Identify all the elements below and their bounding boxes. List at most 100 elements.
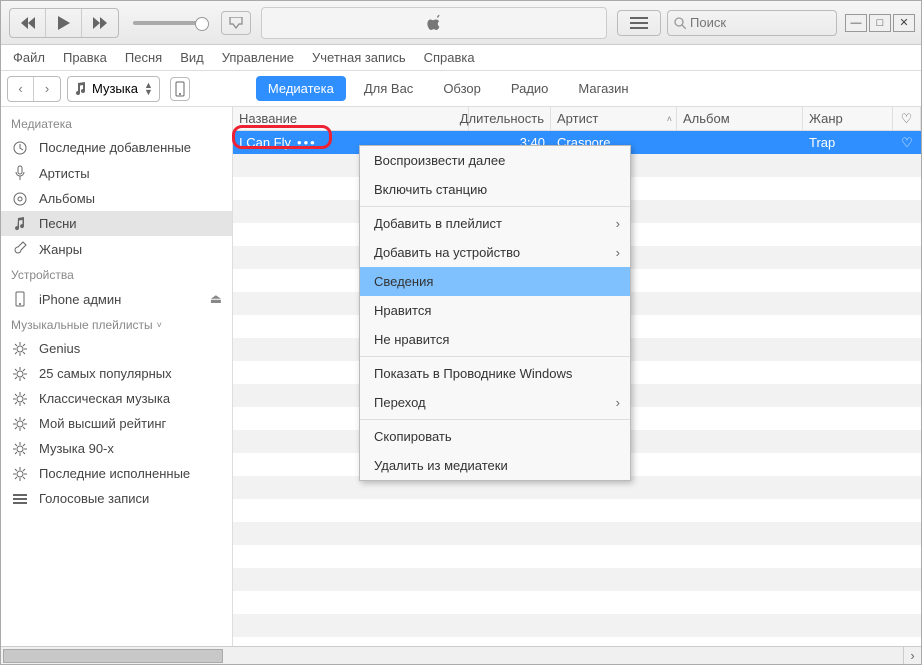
search-input[interactable]: [690, 15, 810, 30]
sidebar-item-label: iPhone админ: [39, 292, 121, 307]
minimize-button[interactable]: —: [845, 14, 867, 32]
window-controls: — □ ✕: [845, 14, 915, 32]
context-menu-item[interactable]: Показать в Проводнике Windows: [360, 359, 630, 388]
context-menu-item[interactable]: Включить станцию: [360, 175, 630, 204]
sidebar-item[interactable]: iPhone админ ⏏: [1, 286, 232, 312]
maximize-button[interactable]: □: [869, 14, 891, 32]
context-menu-item[interactable]: Воспроизвести далее: [360, 146, 630, 175]
airplay-button[interactable]: [221, 11, 251, 35]
table-row: [233, 614, 921, 637]
mic-icon: [11, 165, 29, 181]
clock-icon: [11, 141, 29, 155]
menu-help[interactable]: Справка: [416, 48, 483, 67]
phone-icon: [11, 291, 29, 307]
media-picker[interactable]: Музыка ▲▼: [67, 76, 160, 102]
disc-icon: [11, 192, 29, 206]
gear-icon: [11, 442, 29, 456]
love-icon[interactable]: ♡: [893, 135, 921, 151]
col-album[interactable]: Альбом: [677, 107, 803, 130]
sidebar-item[interactable]: Genius: [1, 336, 232, 361]
sidebar-group-header: Музыкальные плейлисты ˅: [1, 312, 232, 336]
sidebar-item[interactable]: Голосовые записи: [1, 486, 232, 511]
context-menu-item[interactable]: Добавить на устройство: [360, 238, 630, 267]
sidebar-item[interactable]: Артисты: [1, 160, 232, 186]
menubar: Файл Правка Песня Вид Управление Учетная…: [1, 45, 921, 71]
table-row: [233, 568, 921, 591]
context-menu-item[interactable]: Добавить в плейлист: [360, 209, 630, 238]
sidebar-item[interactable]: Альбомы: [1, 186, 232, 211]
tab-browse[interactable]: Обзор: [431, 76, 493, 101]
close-button[interactable]: ✕: [893, 14, 915, 32]
sidebar-item[interactable]: Последние исполненные: [1, 461, 232, 486]
menu-edit[interactable]: Правка: [55, 48, 115, 67]
context-menu: Воспроизвести далееВключить станцию Добав…: [359, 145, 631, 481]
col-love[interactable]: ♡: [893, 107, 921, 130]
search-box[interactable]: [667, 10, 837, 36]
device-button[interactable]: [170, 77, 190, 101]
sidebar-item[interactable]: Музыка 90-х: [1, 436, 232, 461]
col-duration[interactable]: Длительность: [469, 107, 551, 130]
horizontal-scrollbar[interactable]: ›: [1, 646, 921, 664]
context-menu-item[interactable]: Переход: [360, 388, 630, 417]
gear-icon: [11, 417, 29, 431]
menu-separator: [360, 356, 630, 357]
sidebar-item[interactable]: Песни: [1, 211, 232, 236]
sidebar-item-label: Альбомы: [39, 191, 95, 206]
context-menu-item[interactable]: Скопировать: [360, 422, 630, 451]
now-playing-display: [261, 7, 607, 39]
sidebar-item[interactable]: Классическая музыка: [1, 386, 232, 411]
sidebar-item[interactable]: 25 самых популярных: [1, 361, 232, 386]
sidebar-item-label: Голосовые записи: [39, 491, 149, 506]
chevron-down-icon: ˅: [157, 320, 162, 330]
next-button[interactable]: [82, 9, 118, 37]
column-headers: Название Длительность Артист˄ Альбом Жан…: [233, 107, 921, 131]
menu-song[interactable]: Песня: [117, 48, 170, 67]
nav-forward[interactable]: ›: [34, 77, 60, 101]
search-icon: [674, 17, 686, 29]
volume-slider[interactable]: [133, 21, 203, 25]
col-name[interactable]: Название: [233, 107, 469, 130]
menu-controls[interactable]: Управление: [214, 48, 302, 67]
prev-button[interactable]: [10, 9, 46, 37]
menu-account[interactable]: Учетная запись: [304, 48, 414, 67]
col-artist[interactable]: Артист˄: [551, 107, 677, 130]
context-menu-item[interactable]: Сведения: [360, 267, 630, 296]
list-view-button[interactable]: [617, 10, 661, 36]
eject-icon[interactable]: ⏏: [210, 291, 222, 307]
gear-icon: [11, 392, 29, 406]
sidebar-item-label: Классическая музыка: [39, 391, 170, 406]
main-tabs: Медиатека Для Вас Обзор Радио Магазин: [256, 76, 641, 101]
scroll-right-button[interactable]: ›: [903, 647, 921, 664]
guitar-icon: [11, 241, 29, 257]
sidebar-item-label: Песни: [39, 216, 77, 231]
sidebar-item-label: Музыка 90-х: [39, 441, 114, 456]
more-icon[interactable]: •••: [297, 135, 317, 150]
playback-controls: [9, 8, 119, 38]
tab-library[interactable]: Медиатека: [256, 76, 346, 101]
sidebar-item[interactable]: Последние добавленные: [1, 135, 232, 160]
chevron-updown-icon: ▲▼: [144, 82, 153, 96]
tab-store[interactable]: Магазин: [566, 76, 640, 101]
sidebar-item[interactable]: Жанры: [1, 236, 232, 262]
context-menu-item[interactable]: Нравится: [360, 296, 630, 325]
gear-icon: [11, 367, 29, 381]
table-row: [233, 522, 921, 545]
menu-file[interactable]: Файл: [5, 48, 53, 67]
sidebar-item-label: Артисты: [39, 166, 90, 181]
context-menu-item[interactable]: Удалить из медиатеки: [360, 451, 630, 480]
tab-foryou[interactable]: Для Вас: [352, 76, 425, 101]
titlebar: — □ ✕: [1, 1, 921, 45]
gear-icon: [11, 467, 29, 481]
menu-separator: [360, 419, 630, 420]
track-genre: Trap: [803, 135, 893, 150]
play-button[interactable]: [46, 9, 82, 37]
sidebar-item[interactable]: Мой высший рейтинг: [1, 411, 232, 436]
table-row: [233, 499, 921, 522]
context-menu-item[interactable]: Не нравится: [360, 325, 630, 354]
col-genre[interactable]: Жанр: [803, 107, 893, 130]
nav-back[interactable]: ‹: [8, 77, 34, 101]
tab-radio[interactable]: Радио: [499, 76, 561, 101]
menu-view[interactable]: Вид: [172, 48, 212, 67]
scrollbar-thumb[interactable]: [3, 649, 223, 663]
nav-arrows: ‹ ›: [7, 76, 61, 102]
